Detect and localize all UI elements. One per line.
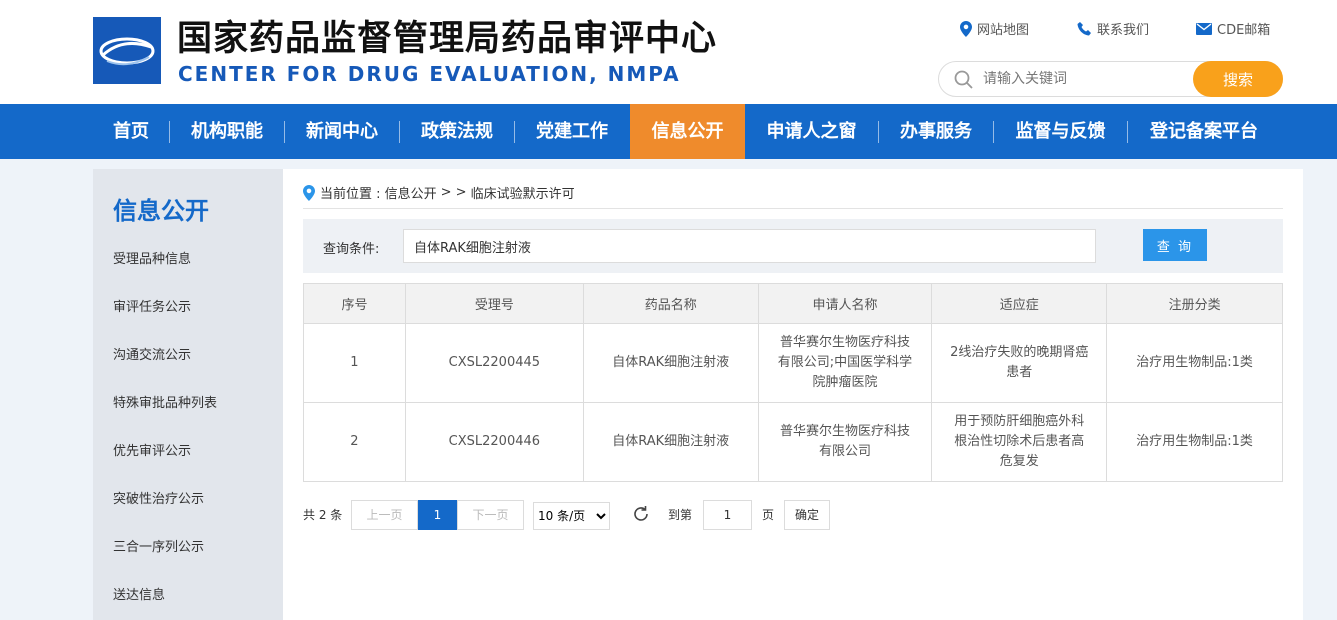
- contact-link[interactable]: 联系我们: [1077, 19, 1149, 38]
- sidebar-item-priority-review[interactable]: 优先审评公示: [113, 440, 191, 459]
- col-header-acceptance-no: 受理号: [404, 283, 584, 324]
- page-button-current[interactable]: 1: [418, 500, 457, 530]
- sidebar-item-special-approval[interactable]: 特殊审批品种列表: [113, 392, 217, 411]
- mail-link[interactable]: CDE邮箱: [1196, 19, 1270, 38]
- sitemap-link[interactable]: 网站地图: [960, 19, 1029, 38]
- cell-acceptance-no: CXSL2200446: [404, 402, 584, 482]
- next-page-button[interactable]: 下一页: [457, 500, 524, 530]
- search-input[interactable]: [983, 68, 1183, 90]
- location-pin-icon: [303, 184, 315, 201]
- refresh-icon[interactable]: [631, 504, 651, 527]
- col-header-drug-name: 药品名称: [582, 283, 759, 324]
- col-header-category: 注册分类: [1106, 283, 1283, 324]
- main-nav: 首页 机构职能 新闻中心 政策法规 党建工作 信息公开 申请人之窗 办事服务 监…: [0, 104, 1337, 159]
- sidebar: 信息公开 受理品种信息 审评任务公示 沟通交流公示 特殊审批品种列表 优先审评公…: [93, 169, 283, 620]
- site-title-cn: 国家药品监督管理局药品审评中心: [177, 19, 718, 59]
- nav-services[interactable]: 办事服务: [879, 104, 993, 159]
- cell-indication: 用于预防肝细胞癌外科根治性切除术后患者高危复发: [931, 402, 1108, 482]
- mail-icon: [1196, 22, 1212, 35]
- search-button[interactable]: 搜索: [1193, 61, 1283, 97]
- mail-label: CDE邮箱: [1217, 23, 1271, 38]
- cell-index: 2: [303, 402, 406, 482]
- breadcrumb-current: 临床试验默示许可: [470, 187, 575, 202]
- breadcrumb-separator: > >: [440, 185, 467, 200]
- page-size-select[interactable]: 10 条/页: [533, 502, 610, 530]
- cell-category: 治疗用生物制品:1类: [1106, 402, 1283, 482]
- table-row[interactable]: 2 CXSL2200446 自体RAK细胞注射液 普华赛尔生物医疗科技有限公司 …: [303, 402, 1283, 482]
- site-search: 搜索: [938, 61, 1283, 97]
- nav-registration[interactable]: 登记备案平台: [1128, 104, 1280, 159]
- results-table: 序号 受理号 药品名称 申请人名称 适应症 注册分类 1 CXSL2200445…: [303, 283, 1283, 482]
- sidebar-item-communication[interactable]: 沟通交流公示: [113, 344, 191, 363]
- sitemap-label: 网站地图: [977, 23, 1030, 38]
- table-header-row: 序号 受理号 药品名称 申请人名称 适应症 注册分类: [303, 283, 1283, 324]
- sidebar-item-delivery[interactable]: 送达信息: [113, 584, 165, 603]
- col-header-indication: 适应症: [931, 283, 1108, 324]
- cell-category: 治疗用生物制品:1类: [1106, 323, 1283, 403]
- cell-drug-name: 自体RAK细胞注射液: [582, 323, 759, 403]
- sidebar-item-accepted[interactable]: 受理品种信息: [113, 248, 191, 267]
- query-button[interactable]: 查 询: [1143, 229, 1207, 261]
- cell-indication: 2线治疗失败的晚期肾癌患者: [931, 323, 1108, 403]
- cde-logo[interactable]: [93, 17, 161, 84]
- breadcrumb-prefix[interactable]: 当前位置 : 信息公开: [320, 183, 437, 202]
- nav-functions[interactable]: 机构职能: [170, 104, 284, 159]
- sidebar-item-breakthrough[interactable]: 突破性治疗公示: [113, 488, 204, 507]
- search-icon: [954, 70, 974, 94]
- query-panel: 查询条件: 查 询: [303, 219, 1283, 273]
- goto-confirm-button[interactable]: 确定: [784, 500, 830, 530]
- phone-icon: [1077, 21, 1092, 36]
- sidebar-item-review-tasks[interactable]: 审评任务公示: [113, 296, 191, 315]
- nav-party[interactable]: 党建工作: [515, 104, 629, 159]
- query-label: 查询条件:: [323, 242, 380, 257]
- nav-policy[interactable]: 政策法规: [400, 104, 514, 159]
- nav-supervision[interactable]: 监督与反馈: [994, 104, 1127, 159]
- breadcrumb: 当前位置 : 信息公开 > > 临床试验默示许可: [303, 183, 575, 202]
- col-header-applicant: 申请人名称: [757, 283, 933, 324]
- cell-acceptance-no: CXSL2200445: [404, 323, 584, 403]
- site-title-en: CENTER FOR DRUG EVALUATION, NMPA: [178, 62, 681, 86]
- total-count: 共 2 条: [303, 508, 343, 522]
- goto-page-input[interactable]: 1: [703, 500, 752, 530]
- col-header-index: 序号: [303, 283, 406, 324]
- goto-label: 到第: [668, 508, 693, 522]
- cell-index: 1: [303, 323, 406, 403]
- sidebar-title: 信息公开: [113, 197, 209, 225]
- breadcrumb-divider: [303, 208, 1283, 209]
- location-pin-icon: [960, 20, 972, 37]
- cell-drug-name: 自体RAK细胞注射液: [582, 402, 759, 482]
- site-header: 国家药品监督管理局药品审评中心 CENTER FOR DRUG EVALUATI…: [0, 0, 1337, 104]
- table-row[interactable]: 1 CXSL2200445 自体RAK细胞注射液 普华赛尔生物医疗科技有限公司;…: [303, 323, 1283, 403]
- page-unit-label: 页: [762, 508, 775, 522]
- nav-news[interactable]: 新闻中心: [285, 104, 399, 159]
- nav-home[interactable]: 首页: [93, 104, 169, 159]
- main-content: 当前位置 : 信息公开 > > 临床试验默示许可 查询条件: 查 询 序号 受理…: [283, 169, 1303, 620]
- contact-label: 联系我们: [1097, 23, 1150, 38]
- query-input[interactable]: [403, 229, 1096, 263]
- cell-applicant: 普华赛尔生物医疗科技有限公司: [757, 402, 933, 482]
- nav-info-public[interactable]: 信息公开: [630, 104, 745, 159]
- prev-page-button[interactable]: 上一页: [351, 500, 418, 530]
- cell-applicant: 普华赛尔生物医疗科技有限公司;中国医学科学院肿瘤医院: [757, 323, 933, 403]
- nav-applicant[interactable]: 申请人之窗: [745, 104, 878, 159]
- sidebar-item-three-in-one[interactable]: 三合一序列公示: [113, 536, 204, 555]
